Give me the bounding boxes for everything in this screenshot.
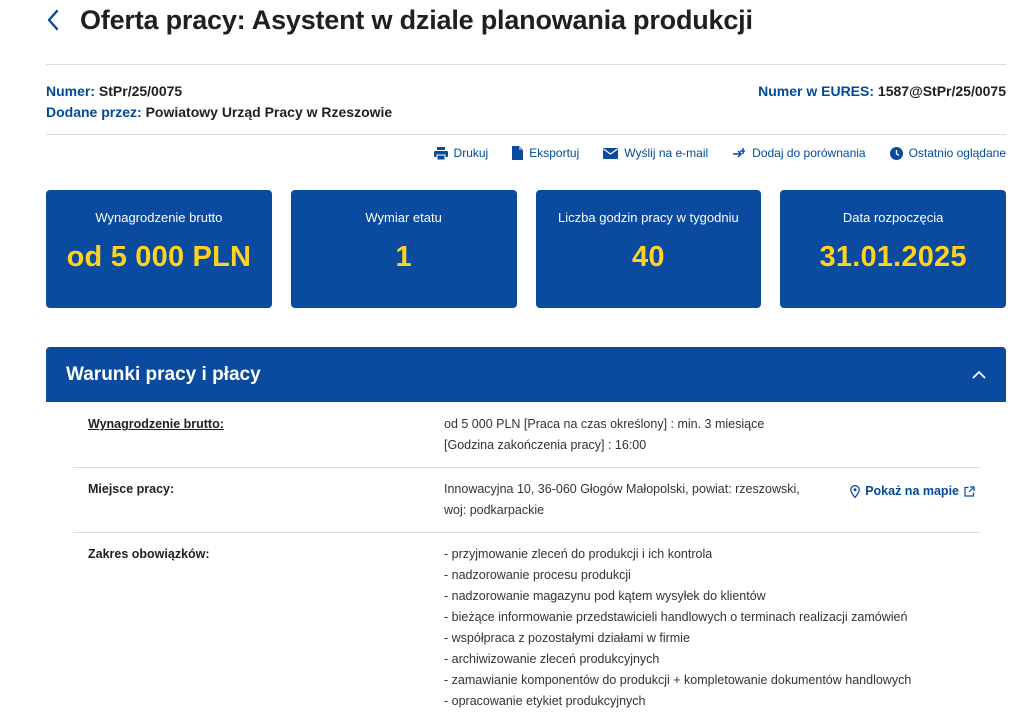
list-item: - nadzorowanie procesu produkcji	[444, 568, 631, 582]
export-button[interactable]: Eksportuj	[512, 146, 579, 160]
recently-viewed-label: Ostatnio oglądane	[908, 146, 1006, 160]
weekly-hours-card: Liczba godzin pracy w tygodniu 40	[535, 190, 762, 308]
export-label: Eksportuj	[529, 146, 580, 160]
salary-row: Wynagrodzenie brutto: od 5 000 PLN [Prac…	[73, 414, 979, 458]
compare-label: Dodaj do porównania	[752, 146, 866, 160]
show-on-map-label: Pokaż na mapie	[865, 484, 959, 498]
list-item: - współpraca z pozostałymi działami w fi…	[444, 631, 690, 645]
print-label: Drukuj	[453, 146, 489, 160]
clock-icon	[889, 146, 903, 160]
card-label: Data rozpoczęcia	[842, 210, 944, 225]
duties-row: Zakres obowiązków: - przyjmowanie zleceń…	[73, 544, 979, 716]
email-label: Wyślij na e-mail	[624, 146, 709, 160]
salary-line: od 5 000 PLN [Praca na czas określony] :…	[444, 417, 765, 431]
chevron-left-icon	[47, 9, 59, 31]
list-item: - bieżące informowanie przedstawicieli h…	[444, 610, 908, 624]
salary-label: Wynagrodzenie brutto:	[88, 417, 224, 431]
document-icon	[512, 146, 524, 160]
envelope-icon	[603, 147, 619, 159]
show-on-map-link[interactable]: Pokaż na mapie	[850, 481, 975, 502]
offer-number-value: StPr/25/0075	[98, 83, 183, 99]
card-label: Wymiar etatu	[365, 210, 442, 225]
section-title: Warunki pracy i płacy	[66, 363, 261, 385]
address-line: Innowacyjna 10, 36-060 Głogów Małopolski…	[444, 482, 800, 496]
list-item: - archiwizowanie zleceń produkcyjnych	[444, 652, 660, 666]
offer-number-label: Numer:	[46, 83, 96, 99]
salary-value: od 5 000 PLN [Praca na czas określony] :…	[444, 414, 764, 456]
compare-icon	[733, 148, 746, 158]
workplace-label: Miejsce pracy:	[88, 482, 175, 496]
page-title: Oferta pracy: Asystent w dziale planowan…	[80, 4, 753, 35]
card-label: Liczba godzin pracy w tygodniu	[558, 210, 739, 225]
salary-card: Wynagrodzenie brutto od 5 000 PLN	[46, 190, 272, 308]
list-item: - nadzorowanie magazynu pod kątem wysyłe…	[444, 589, 766, 603]
address-line: woj: podkarpackie	[444, 503, 545, 517]
row-divider	[73, 532, 979, 533]
email-button[interactable]: Wyślij na e-mail	[603, 146, 708, 160]
actions-toolbar: Drukuj Eksportuj Wyślij na e-mail Dodaj …	[433, 142, 1006, 164]
added-by-label: Dodane przez:	[46, 104, 142, 120]
salary-line: [Godzina zakończenia pracy] : 16:00	[444, 438, 647, 452]
list-item: - zamawianie komponentów do produkcji + …	[444, 673, 912, 687]
card-value: 31.01.2025	[819, 241, 967, 273]
list-item: - opracowanie etykiet produkcyjnych	[444, 694, 646, 708]
offer-meta: Numer: StPr/25/0075 Dodane przez: Powiat…	[46, 81, 392, 123]
card-value: od 5 000 PLN	[66, 241, 252, 273]
work-conditions-accordion-header[interactable]: Warunki pracy i płacy	[46, 347, 1006, 402]
map-pin-icon	[850, 485, 861, 498]
summary-cards: Wynagrodzenie brutto od 5 000 PLN Wymiar…	[46, 190, 1006, 308]
list-item: - przyjmowanie zleceń do produkcji i ich…	[444, 547, 713, 561]
printer-icon	[433, 146, 448, 160]
card-value: 40	[632, 241, 665, 273]
eures-number-label: Numer w EURES:	[758, 83, 875, 99]
duties-list: - przyjmowanie zleceń do produkcji i ich…	[444, 544, 911, 712]
back-button[interactable]	[46, 4, 72, 36]
card-value: 1	[395, 241, 412, 273]
eures-number-value: 1587@StPr/25/0075	[877, 83, 1006, 99]
divider	[46, 134, 1006, 135]
employment-size-card: Wymiar etatu 1	[290, 190, 517, 308]
compare-button[interactable]: Dodaj do porównania	[732, 146, 866, 160]
chevron-up-icon	[972, 371, 986, 379]
eures-meta: Numer w EURES: 1587@StPr/25/0075	[758, 81, 1006, 102]
workplace-value: Innowacyjna 10, 36-060 Głogów Małopolski…	[444, 479, 800, 521]
card-label: Wynagrodzenie brutto	[95, 210, 223, 225]
recently-viewed-button[interactable]: Ostatnio oglądane	[889, 146, 1006, 160]
row-divider	[73, 467, 979, 468]
start-date-card: Data rozpoczęcia 31.01.2025	[780, 190, 1006, 308]
workplace-row: Miejsce pracy: Innowacyjna 10, 36-060 Gł…	[73, 479, 979, 523]
page-header: Oferta pracy: Asystent w dziale planowan…	[46, 0, 1006, 40]
divider	[46, 64, 1006, 65]
print-button[interactable]: Drukuj	[433, 146, 489, 160]
added-by-value: Powiatowy Urząd Pracy w Rzeszowie	[145, 104, 393, 120]
external-link-icon	[964, 486, 975, 497]
duties-label: Zakres obowiązków:	[88, 547, 210, 561]
